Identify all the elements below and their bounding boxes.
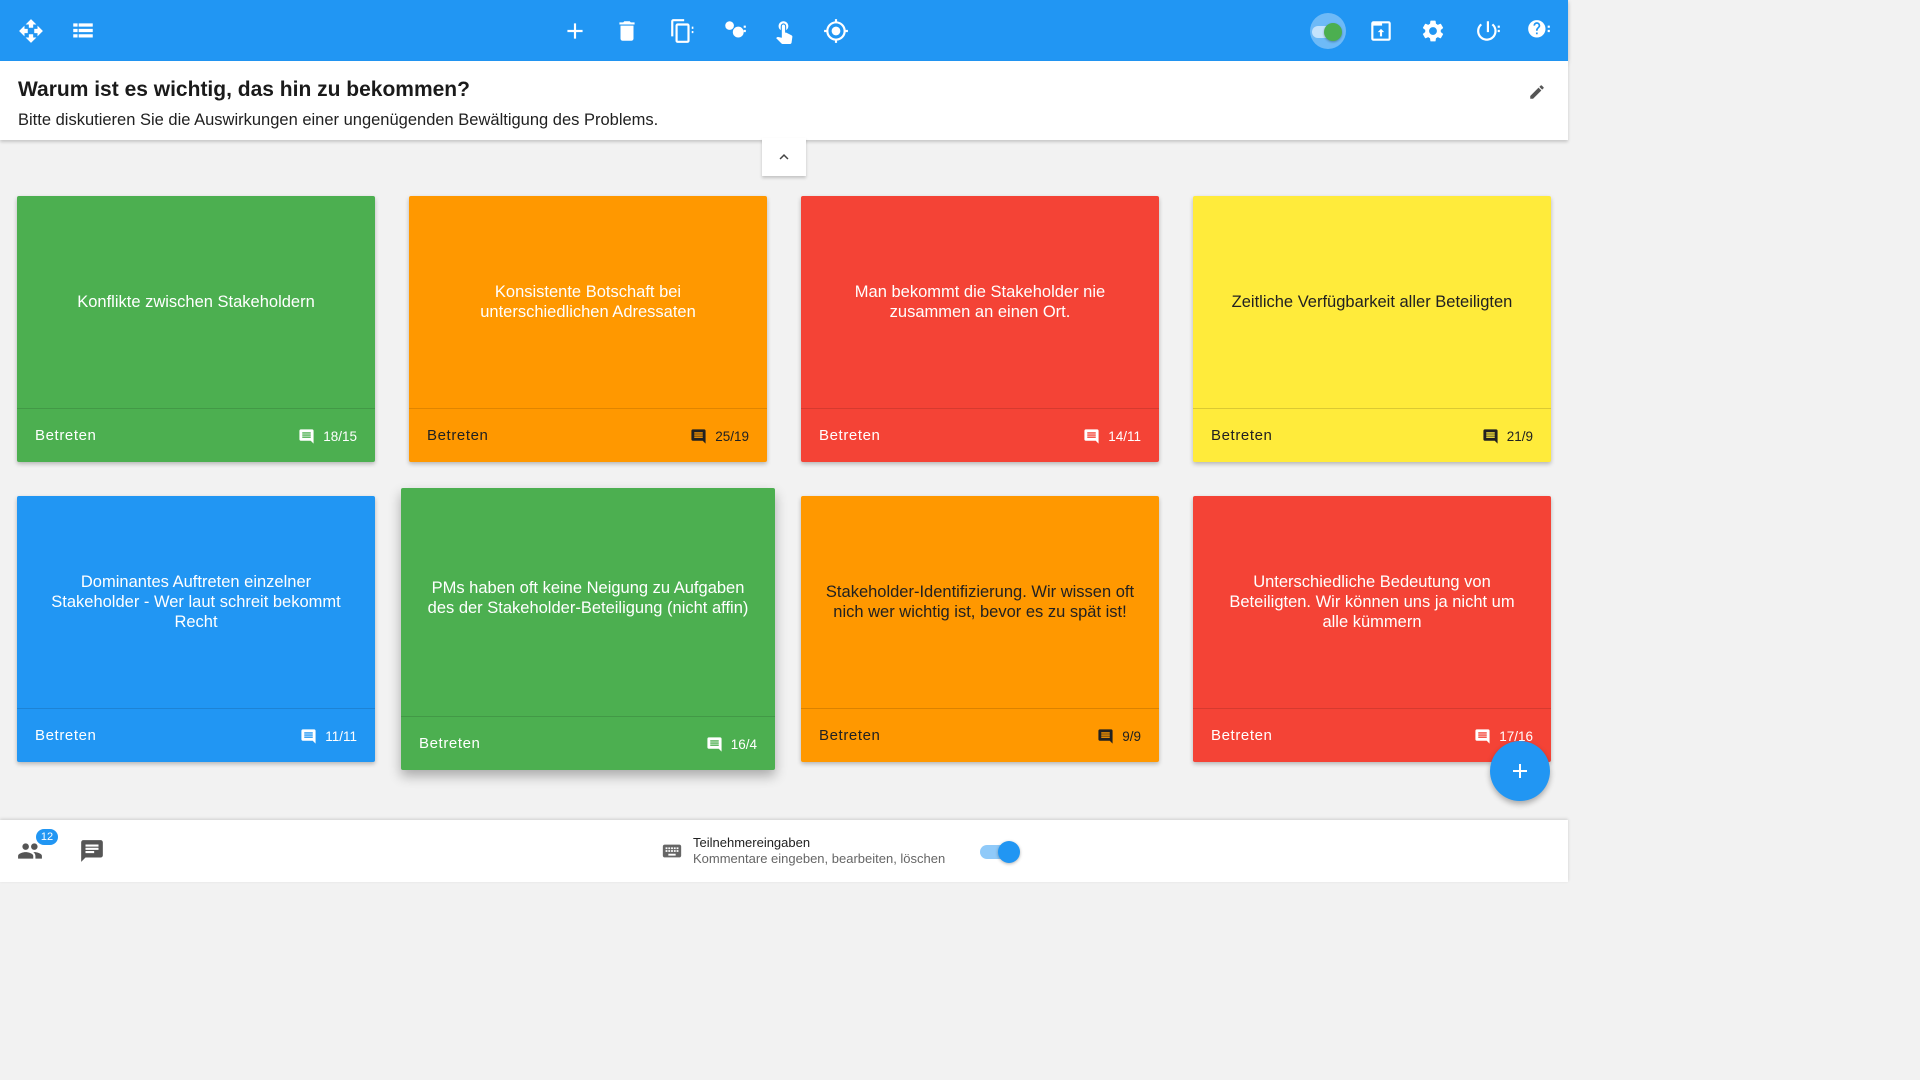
enter-button[interactable]: Betreten (419, 735, 481, 752)
card-footer: Betreten 14/11 (801, 408, 1159, 462)
card-footer: Betreten 9/9 (801, 708, 1159, 762)
comment-count: 11/11 (300, 728, 357, 745)
card-footer: Betreten 21/9 (1193, 408, 1551, 462)
edit-icon[interactable] (1528, 83, 1546, 101)
comment-count: 25/19 (690, 428, 749, 445)
card-3[interactable]: Zeitliche Verfügbarkeit aller Beteiligte… (1193, 196, 1551, 462)
comment-icon (301, 729, 316, 744)
comment-icon (1098, 729, 1113, 744)
mode-toggle-switch[interactable] (1310, 13, 1346, 49)
comment-icon (1084, 429, 1099, 444)
comment-count: 14/11 (1083, 428, 1141, 445)
card-text: Konflikte zwischen Stakeholdern (77, 293, 315, 311)
add-icon (1513, 764, 1527, 778)
card-text: Konsistente Botschaft bei unterschiedlic… (480, 283, 696, 321)
enter-button[interactable]: Betreten (35, 727, 97, 744)
power-icon[interactable] (1472, 14, 1506, 48)
keyboard-icon (660, 840, 684, 862)
card-footer: Betreten 18/15 (17, 408, 375, 462)
enter-button[interactable]: Betreten (1211, 727, 1273, 744)
comment-count: 18/15 (298, 428, 357, 445)
question-title: Warum ist es wichtig, das hin zu bekomme… (18, 78, 470, 101)
export-icon[interactable] (1364, 14, 1398, 48)
comment-count: 16/4 (706, 736, 757, 753)
target-icon[interactable] (819, 14, 853, 48)
card-0[interactable]: Konflikte zwischen Stakeholdern Betreten… (17, 196, 375, 462)
enter-button[interactable]: Betreten (35, 427, 97, 444)
enter-button[interactable]: Betreten (819, 427, 881, 444)
participant-input-description: Kommentare eingeben, bearbeiten, löschen (693, 851, 946, 866)
card-text: Dominantes Auftreten einzelner Stakehold… (51, 573, 341, 631)
help-icon[interactable] (1522, 14, 1556, 48)
comment-icon (707, 737, 722, 752)
card-4[interactable]: Dominantes Auftreten einzelner Stakehold… (17, 496, 375, 762)
comment-count: 21/9 (1482, 428, 1533, 445)
card-1[interactable]: Konsistente Botschaft bei unterschiedlic… (409, 196, 767, 462)
collapse-question-button[interactable] (762, 138, 806, 176)
group-icon[interactable] (718, 14, 752, 48)
participant-input-label: Teilnehmereingaben (693, 835, 811, 850)
card-text: PMs haben oft keine Neigung zu Aufgaben … (427, 579, 749, 617)
card-text: Unterschiedliche Bedeutung von Beteiligt… (1229, 573, 1515, 631)
question-subtitle: Bitte diskutieren Sie die Auswirkungen e… (18, 111, 659, 129)
card-footer: Betreten 25/19 (409, 408, 767, 462)
delete-icon[interactable] (610, 14, 644, 48)
add-card-button[interactable] (1490, 741, 1550, 801)
card-2[interactable]: Man bekommt die Stakeholder nie zusammen… (801, 196, 1159, 462)
copy-icon[interactable] (665, 14, 699, 48)
participants-badge: 12 (36, 829, 58, 845)
add-icon[interactable] (558, 14, 592, 48)
comment-icon (691, 429, 706, 444)
card-5[interactable]: PMs haben oft keine Neigung zu Aufgaben … (401, 488, 775, 770)
comment-count: 9/9 (1097, 728, 1141, 745)
settings-icon[interactable] (1416, 14, 1450, 48)
card-footer: Betreten 16/4 (401, 716, 775, 770)
card-text: Man bekommt die Stakeholder nie zusammen… (854, 283, 1106, 321)
enter-button[interactable]: Betreten (819, 727, 881, 744)
comment-icon (1483, 429, 1498, 444)
participant-input-switch[interactable] (980, 841, 1020, 863)
comment-icon (1475, 729, 1490, 744)
bottom-bar: 12 Teilnehmereingaben Kommentare eingebe… (0, 820, 1568, 882)
chat-icon[interactable] (79, 838, 107, 866)
card-6[interactable]: Stakeholder-Identifizierung. Wir wissen … (801, 496, 1159, 762)
enter-button[interactable]: Betreten (427, 427, 489, 444)
card-7[interactable]: Unterschiedliche Bedeutung von Beteiligt… (1193, 496, 1551, 762)
move-icon[interactable] (14, 14, 48, 48)
card-footer: Betreten 11/11 (17, 708, 375, 762)
list-view-icon[interactable] (66, 14, 100, 48)
enter-button[interactable]: Betreten (1211, 427, 1273, 444)
top-toolbar (0, 0, 1568, 61)
question-panel: Warum ist es wichtig, das hin zu bekomme… (0, 61, 1568, 140)
touch-icon[interactable] (767, 14, 801, 48)
chevron-up-icon (779, 154, 789, 160)
card-text: Zeitliche Verfügbarkeit aller Beteiligte… (1231, 293, 1513, 311)
comment-icon (299, 429, 314, 444)
card-text: Stakeholder-Identifizierung. Wir wissen … (825, 583, 1135, 621)
